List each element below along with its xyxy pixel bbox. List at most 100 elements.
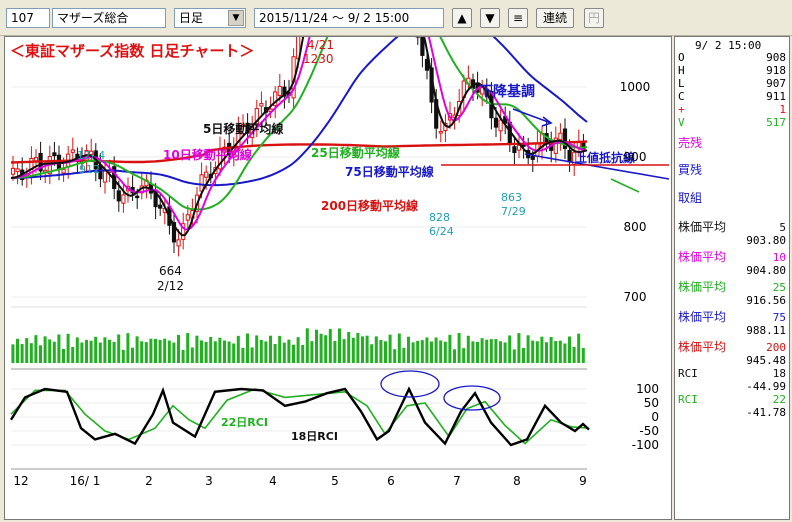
volume-bar [177, 335, 180, 363]
volume-bar [389, 335, 392, 363]
chevron-down-icon[interactable]: ▼ [228, 10, 244, 26]
close-row: C911 [678, 90, 786, 103]
candle-body [278, 86, 281, 95]
rci18-value-row: -44.99 [678, 380, 786, 393]
low-label: L [678, 77, 685, 90]
volume-bar [136, 336, 139, 363]
volume-bars [11, 328, 584, 363]
volume-bar [99, 343, 102, 363]
candle-body [103, 171, 106, 182]
volume-bar [301, 345, 304, 363]
rci-tick-label: 100 [636, 382, 659, 396]
candle-body [205, 172, 208, 177]
peak-value-label: 1230 [303, 52, 334, 66]
candle-body [159, 205, 162, 208]
volume-bar [269, 336, 272, 363]
ma200-label: 株価平均 [678, 340, 726, 354]
volume-bar [485, 340, 488, 363]
ma200-value-row: 945.48 [678, 354, 786, 367]
volume-bar [347, 332, 350, 363]
ma5-row: 株価平均 5 [678, 221, 786, 234]
code-input[interactable]: 107 [6, 8, 50, 28]
volume-bar [444, 342, 447, 363]
candle-body [186, 215, 189, 220]
price-tick-label: 700 [624, 290, 647, 304]
change-row: +1 [678, 103, 786, 116]
volume-bar [435, 337, 438, 363]
toolbar: 107 マザーズ総合 日足 ▼ 2015/11/24 ～ 9/ 2 15:00 ▲… [0, 0, 792, 36]
high-label: H [678, 64, 685, 77]
volume-bar [287, 340, 290, 363]
volume-bar [471, 341, 474, 363]
volume-bar [292, 345, 295, 363]
open-label: O [678, 51, 685, 64]
candle-body [200, 175, 203, 191]
volume-bar [320, 334, 323, 363]
daily-chart: ＜東証マザーズ指数 日足チャート＞ 4/21 1230 5日移動平均線 10日移… [5, 37, 671, 519]
volume-bar [490, 339, 493, 363]
price-tick-label: 800 [624, 220, 647, 234]
candle-body [11, 168, 14, 174]
volume-bar [21, 344, 24, 363]
rci18-row: RCI18 [678, 367, 786, 380]
change-value: 1 [779, 103, 786, 116]
volume-bar [536, 341, 539, 363]
volume-bar [94, 337, 97, 363]
volume-bar [205, 342, 208, 363]
ma25-value: 916.56 [746, 294, 786, 307]
period-value: 日足 [179, 11, 203, 25]
volume-bar [352, 338, 355, 363]
volume-bar [172, 343, 175, 363]
close-value: 911 [766, 90, 786, 103]
date-range-field[interactable]: 2015/11/24 ～ 9/ 2 15:00 [254, 8, 444, 28]
ma75-row: 株価平均75 [678, 311, 786, 324]
data-panel: 9/ 2 15:00 O908 H918 L907 C911 +1 V517 売… [674, 36, 790, 520]
volume-bar [527, 335, 530, 363]
volume-bar [324, 335, 327, 363]
period-select[interactable]: 日足 ▼ [174, 8, 246, 28]
date-tick-label: 4 [269, 474, 277, 488]
volume-bar [34, 335, 37, 363]
menu-button[interactable]: ≡ [508, 8, 528, 28]
volume-bar [16, 339, 19, 363]
volume-bar [577, 334, 580, 363]
scroll-down-button[interactable]: ▼ [480, 8, 500, 28]
yen-button[interactable]: 円 [584, 8, 604, 28]
market-name-field[interactable]: マザーズ総合 [52, 8, 166, 28]
volume-bar [467, 336, 470, 363]
rci-tick-label: 50 [644, 396, 659, 410]
volume-bar [195, 336, 198, 363]
volume-bar [333, 341, 336, 363]
volume-bar [255, 335, 258, 363]
continuous-button[interactable]: 連続 [536, 8, 574, 28]
trend-arrow [513, 109, 551, 123]
volume-bar [499, 341, 502, 363]
volume-bar [559, 341, 562, 363]
ma25-row: 株価平均25 [678, 281, 786, 294]
volume-bar [366, 336, 369, 363]
resistance-line-green [611, 179, 639, 192]
scroll-up-button[interactable]: ▲ [452, 8, 472, 28]
volume-bar [53, 342, 56, 363]
candle-body [136, 196, 139, 198]
volume-bar [573, 347, 576, 363]
volume-bar [462, 348, 465, 363]
dec-value-label: 912 [79, 163, 100, 176]
ma200-row: 株価平均200 [678, 341, 786, 354]
volume-bar [306, 328, 309, 363]
volume-bar [264, 341, 267, 363]
candlesticks [11, 37, 585, 256]
volume-bar [416, 341, 419, 363]
volume-bar [30, 343, 33, 363]
date-tick-label: 5 [331, 474, 339, 488]
volume-bar [25, 338, 28, 363]
rci18-value: -44.99 [746, 380, 786, 393]
candle-body [513, 147, 516, 153]
ma5-label: 株価平均 [678, 220, 726, 234]
ma5-period: 5 [779, 221, 786, 234]
volume-bar [481, 338, 484, 363]
date-tick-label: 9 [579, 474, 587, 488]
volume-bar [200, 340, 203, 363]
volume-bar [430, 342, 433, 363]
chart-panel: ＜東証マザーズ指数 日足チャート＞ 4/21 1230 5日移動平均線 10日移… [4, 36, 672, 520]
